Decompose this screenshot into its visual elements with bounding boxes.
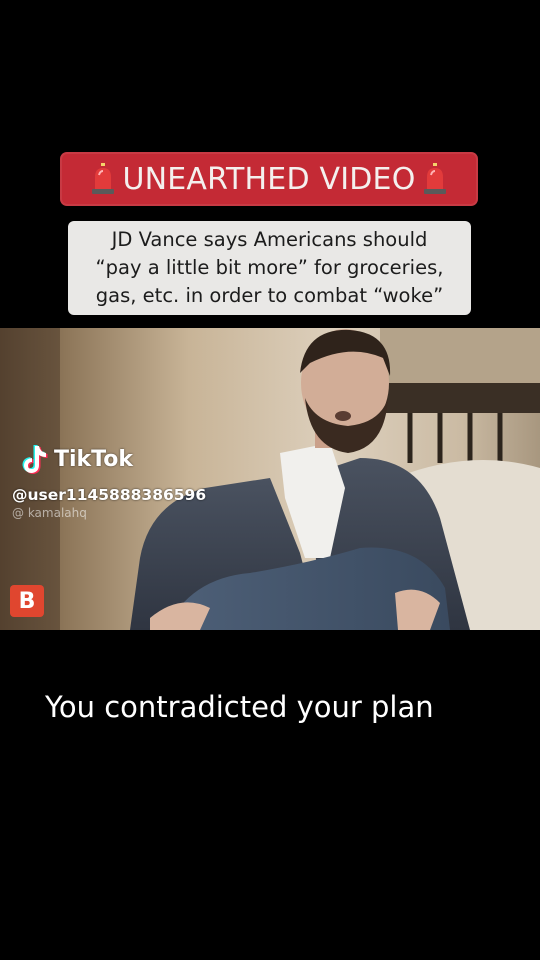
police-siren-icon: [422, 163, 448, 195]
headline-line-2: “pay a little bit more” for groceries,: [95, 256, 444, 279]
video-caption: You contradicted your plan: [45, 690, 434, 724]
tiktok-watermark: TikTok: [14, 440, 133, 478]
police-siren-icon: [90, 163, 116, 195]
headline-card: JD Vance says Americans should “pay a li…: [68, 221, 471, 315]
unearthed-video-banner: UNEARTHED VIDEO: [60, 152, 478, 206]
video-still-image: [0, 328, 540, 630]
banner-title: UNEARTHED VIDEO: [122, 161, 416, 197]
tiktok-username[interactable]: @user1145888386596: [12, 486, 206, 504]
tiktok-logo-icon: [14, 440, 52, 478]
channel-logo-icon: B: [10, 585, 44, 617]
video-frame[interactable]: [0, 328, 540, 630]
source-handle: @ kamalahq: [12, 506, 87, 520]
tiktok-brand-text: TikTok: [54, 446, 134, 472]
headline-line-3: gas, etc. in order to combat “woke”: [95, 284, 444, 307]
headline-line-1: JD Vance says Americans should: [111, 228, 428, 251]
